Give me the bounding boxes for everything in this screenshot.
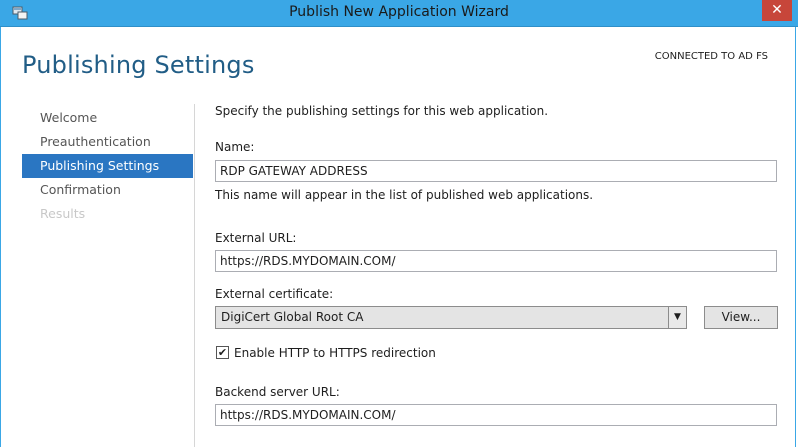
step-results: Results bbox=[40, 206, 86, 221]
view-certificate-button[interactable]: View... bbox=[704, 306, 778, 329]
wizard-steps: Welcome Preauthentication Publishing Set… bbox=[22, 106, 193, 226]
name-label: Name: bbox=[215, 140, 255, 154]
name-input[interactable] bbox=[215, 160, 777, 182]
nav-divider bbox=[194, 104, 195, 447]
step-preauthentication[interactable]: Preauthentication bbox=[22, 130, 193, 154]
external-url-input[interactable] bbox=[215, 250, 777, 272]
backend-url-input[interactable] bbox=[215, 404, 777, 426]
close-button[interactable]: ✕ bbox=[762, 0, 792, 21]
certificate-select[interactable]: DigiCert Global Root CA ▼ bbox=[215, 306, 687, 329]
backend-url-label: Backend server URL: bbox=[215, 385, 340, 399]
step-confirmation[interactable]: Confirmation bbox=[22, 178, 193, 202]
chevron-down-icon[interactable]: ▼ bbox=[668, 307, 686, 328]
redirect-label[interactable]: Enable HTTP to HTTPS redirection bbox=[234, 346, 436, 360]
window-frame bbox=[0, 27, 796, 447]
redirect-checkbox[interactable]: ✔ bbox=[216, 346, 229, 359]
external-url-label: External URL: bbox=[215, 231, 297, 245]
step-publishing-settings[interactable]: Publishing Settings bbox=[22, 154, 193, 178]
step-welcome[interactable]: Welcome bbox=[22, 106, 193, 130]
certificate-label: External certificate: bbox=[215, 287, 334, 301]
name-hint: This name will appear in the list of pub… bbox=[215, 188, 594, 202]
page-title: Publishing Settings bbox=[22, 51, 255, 79]
certificate-value: DigiCert Global Root CA bbox=[221, 310, 364, 324]
connection-status: CONNECTED TO AD FS bbox=[654, 51, 768, 62]
window-title: Publish New Application Wizard bbox=[289, 4, 509, 20]
intro-text: Specify the publishing settings for this… bbox=[215, 104, 549, 118]
title-bar: Publish New Application Wizard ✕ bbox=[0, 0, 798, 27]
